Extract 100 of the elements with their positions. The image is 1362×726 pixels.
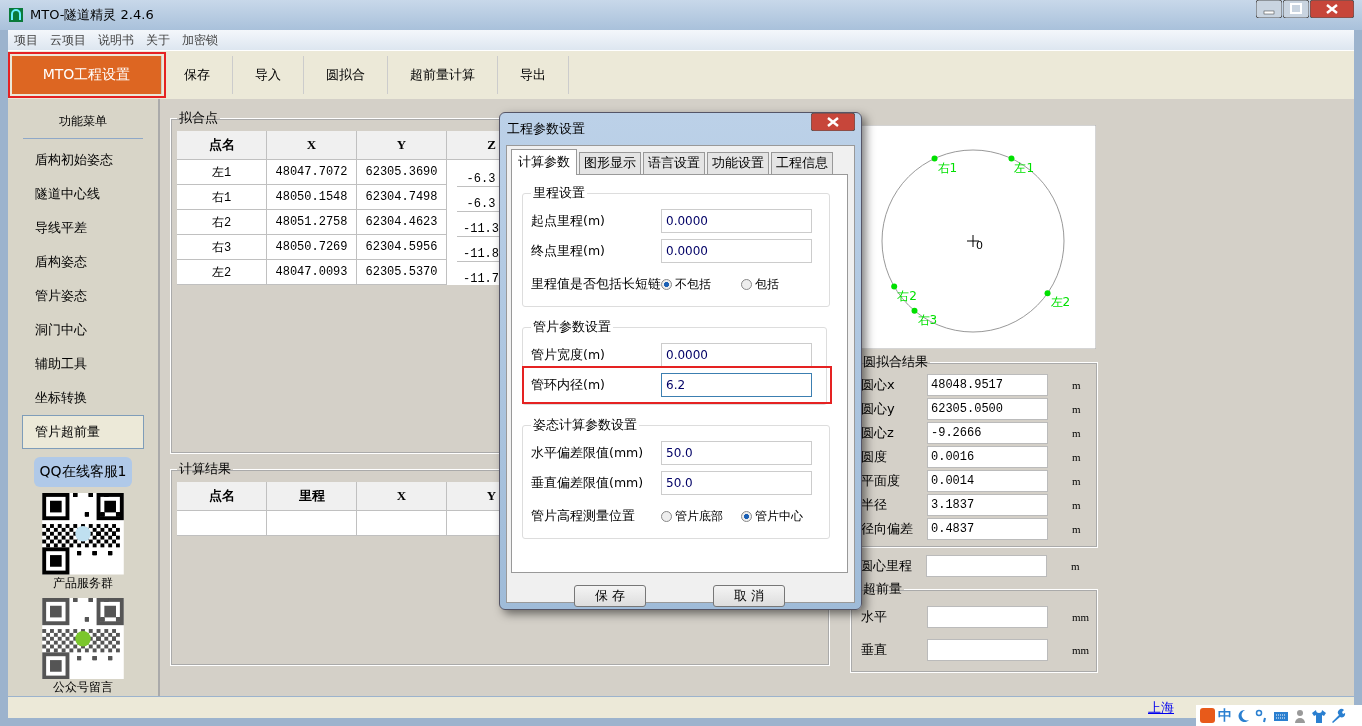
- radio-button[interactable]: [661, 278, 672, 290]
- qr-caption: 公众号留言: [53, 679, 113, 696]
- radio-button[interactable]: [741, 278, 752, 290]
- close-icon[interactable]: [811, 113, 855, 131]
- radio-option[interactable]: 不包括: [661, 275, 741, 293]
- field-label: 水平偏差限值(mm): [531, 444, 645, 462]
- tab[interactable]: 功能设置: [707, 152, 769, 174]
- value-field[interactable]: 0.0014: [927, 470, 1048, 492]
- value-field[interactable]: 3.1837: [927, 494, 1048, 516]
- table-cell: 48051.2758: [267, 210, 357, 235]
- wrench-icon[interactable]: [1330, 707, 1346, 724]
- input-field[interactable]: 0.0000: [661, 343, 812, 367]
- field-label: 圆心y: [861, 400, 896, 418]
- table-cell: 48050.1548: [267, 185, 357, 210]
- sidebar-item[interactable]: 盾构初始姿态: [22, 143, 144, 177]
- table-cell: 48050.7269: [267, 235, 357, 260]
- menu-item[interactable]: 项目: [14, 31, 38, 49]
- value-field[interactable]: -9.2666: [927, 422, 1048, 444]
- radio-option[interactable]: 包括: [741, 275, 821, 293]
- close-icon[interactable]: [1310, 0, 1354, 18]
- qq-service-button[interactable]: QQ在线客服1: [33, 457, 133, 487]
- field-label: 终点里程(m): [531, 242, 606, 260]
- table-cell: 62305.5370: [357, 260, 447, 285]
- unit-label: m: [1072, 451, 1081, 463]
- sidebar-item[interactable]: 隧道中心线: [22, 177, 144, 211]
- table-cell: 左1: [177, 160, 267, 185]
- column-header: X: [267, 131, 357, 160]
- value-field[interactable]: 0.0016: [927, 446, 1048, 468]
- column-header: Y: [357, 131, 447, 160]
- maximize-icon[interactable]: [1283, 0, 1309, 18]
- value-field[interactable]: [927, 605, 1048, 628]
- input-mode-button[interactable]: 中: [1218, 706, 1232, 725]
- group-title: 里程设置: [532, 185, 586, 202]
- group-title: 圆拟合结果: [862, 353, 929, 371]
- sidebar-item[interactable]: 管片姿态: [22, 279, 144, 313]
- company-link[interactable]: 上海: [1148, 698, 1174, 717]
- sidebar-item[interactable]: 管片超前量: [22, 415, 144, 449]
- toolbar-button[interactable]: 导出: [498, 56, 569, 94]
- unit-label: mm: [1072, 610, 1090, 623]
- sidebar-item[interactable]: 洞门中心: [22, 313, 144, 347]
- input-field[interactable]: 6.2: [661, 373, 812, 397]
- value-field[interactable]: [926, 555, 1047, 577]
- point-marker: [911, 307, 918, 314]
- input-field[interactable]: 50.0: [661, 471, 812, 495]
- tab[interactable]: 图形显示: [579, 152, 641, 174]
- toolbar-button[interactable]: 超前量计算: [388, 56, 498, 94]
- field-label: 圆心z: [861, 424, 895, 442]
- value-field[interactable]: [927, 638, 1048, 661]
- value-field[interactable]: 0.4837: [927, 518, 1048, 540]
- group-title: 姿态计算参数设置: [532, 417, 638, 434]
- point-marker: [891, 283, 898, 290]
- tab[interactable]: 工程信息: [771, 152, 833, 174]
- point-label: 左1: [1014, 160, 1035, 175]
- user-icon[interactable]: [1292, 707, 1308, 724]
- point-label: 右3: [917, 312, 938, 327]
- point-marker: [1008, 155, 1015, 162]
- sidebar-item[interactable]: 辅助工具: [22, 347, 144, 381]
- value-field[interactable]: 48048.9517: [927, 374, 1048, 396]
- field-label: 径向偏差: [861, 520, 914, 538]
- table-cell: 右1: [177, 185, 267, 210]
- column-header: X: [357, 482, 447, 511]
- column-header: 里程: [267, 482, 357, 511]
- unit-label: mm: [1072, 643, 1090, 656]
- sidebar-item[interactable]: 导线平差: [22, 211, 144, 245]
- group-title: 超前量: [862, 580, 903, 598]
- value-field[interactable]: 62305.0500: [927, 398, 1048, 420]
- tab[interactable]: 语言设置: [643, 152, 705, 174]
- qr-code-icon: [39, 597, 127, 679]
- input-field[interactable]: 0.0000: [661, 209, 812, 233]
- unit-label: m: [1072, 379, 1081, 391]
- table-cell: 62305.3690: [357, 160, 447, 185]
- sidebar-item[interactable]: 坐标转换: [22, 381, 144, 415]
- menu-item[interactable]: 云项目: [50, 31, 86, 49]
- radio-option[interactable]: 管片中心: [741, 507, 821, 525]
- menu-item[interactable]: 说明书: [98, 31, 134, 49]
- toolbar-button[interactable]: 圆拟合: [304, 56, 388, 94]
- sidebar-item[interactable]: 盾构姿态: [22, 245, 144, 279]
- dialog-button[interactable]: 取 消: [712, 585, 785, 607]
- toolbar-button[interactable]: 导入: [233, 56, 304, 94]
- shirt-icon[interactable]: [1311, 707, 1327, 724]
- tab[interactable]: 计算参数: [511, 149, 577, 175]
- point-label: 右2: [897, 288, 917, 303]
- center-label: 0: [976, 239, 983, 252]
- toolbar-button[interactable]: 保存: [162, 56, 233, 94]
- menu-item[interactable]: 加密锁: [182, 31, 218, 49]
- table-cell: 左2: [177, 260, 267, 285]
- radio-option[interactable]: 管片底部: [661, 507, 741, 525]
- field-label: 半径: [861, 496, 888, 514]
- menu-item[interactable]: 关于: [146, 31, 170, 49]
- window-title: MTO-隧道精灵 2.4.6: [30, 6, 154, 24]
- dialog-button[interactable]: 保 存: [574, 585, 647, 607]
- minimize-icon[interactable]: [1256, 0, 1282, 18]
- radio-button[interactable]: [661, 510, 672, 522]
- input-field[interactable]: 0.0000: [661, 239, 812, 263]
- qr-caption: 产品服务群: [53, 574, 113, 592]
- input-field[interactable]: 50.0: [661, 441, 812, 465]
- point-label: 左2: [1050, 295, 1071, 310]
- radio-button[interactable]: [741, 510, 752, 522]
- point-label: 右1: [937, 160, 958, 175]
- field-label: 圆度: [861, 448, 888, 466]
